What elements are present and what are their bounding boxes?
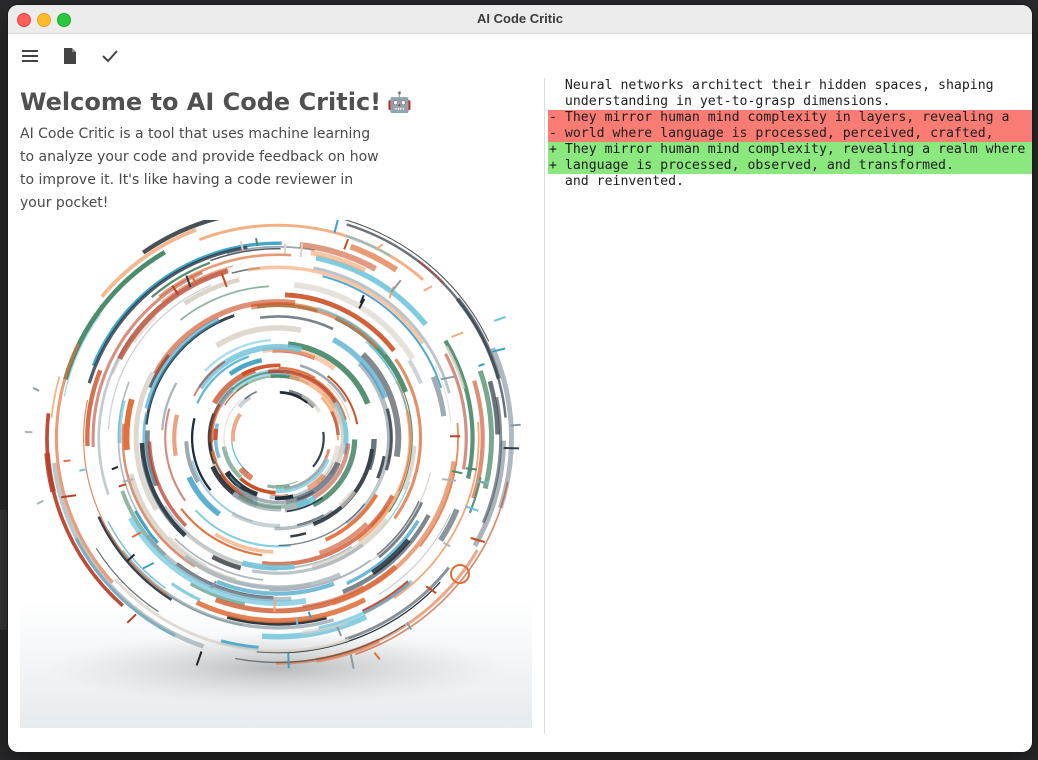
document-icon bbox=[64, 48, 76, 64]
ring-arc bbox=[213, 428, 219, 441]
diff-line-removed: - They mirror human mind complexity in l… bbox=[548, 110, 1032, 126]
ring-tick bbox=[79, 468, 86, 472]
title-bar: AI Code Critic bbox=[8, 5, 1032, 34]
checkmark-icon bbox=[102, 50, 118, 63]
ring-tick bbox=[63, 459, 71, 463]
welcome-heading: Welcome to AI Code Critic! 🤖 bbox=[20, 88, 412, 116]
diff-line-context: understanding in yet-to-grasp dimensions… bbox=[549, 94, 891, 109]
window-title: AI Code Critic bbox=[477, 11, 563, 26]
diff-view: Neural networks architect their hidden s… bbox=[548, 78, 1032, 190]
ring-tick bbox=[287, 652, 290, 669]
diff-panel: Neural networks architect their hidden s… bbox=[548, 78, 1032, 738]
welcome-title-text: Welcome to AI Code Critic! bbox=[20, 88, 382, 116]
toolbar bbox=[8, 34, 1032, 78]
app-window: AI Code Critic Welcome to AI Code Critic… bbox=[8, 5, 1032, 752]
diff-line-added: + They mirror human mind complexity, rev… bbox=[548, 142, 1032, 158]
welcome-panel: Welcome to AI Code Critic! 🤖 AI Code Cri… bbox=[8, 78, 544, 738]
diff-line-added: + language is processed, observed, and t… bbox=[548, 158, 1032, 174]
menu-icon bbox=[22, 50, 38, 62]
menu-button[interactable] bbox=[18, 44, 42, 68]
welcome-description: AI Code Critic is a tool that uses machi… bbox=[20, 126, 379, 211]
check-button[interactable] bbox=[98, 44, 122, 68]
ring-arc bbox=[267, 484, 291, 489]
diff-line-removed: - world where language is processed, per… bbox=[548, 126, 1032, 142]
abstract-circle-illustration bbox=[20, 220, 532, 728]
ring-tick bbox=[510, 423, 521, 427]
diff-line-context: Neural networks architect their hidden s… bbox=[549, 78, 994, 93]
pane-divider bbox=[544, 78, 545, 734]
open-file-button[interactable] bbox=[58, 44, 82, 68]
robot-emoji: 🤖 bbox=[387, 90, 413, 114]
ring-tick bbox=[295, 618, 299, 626]
diff-line-context: and reinvented. bbox=[549, 174, 684, 189]
ring-tick bbox=[465, 467, 478, 471]
